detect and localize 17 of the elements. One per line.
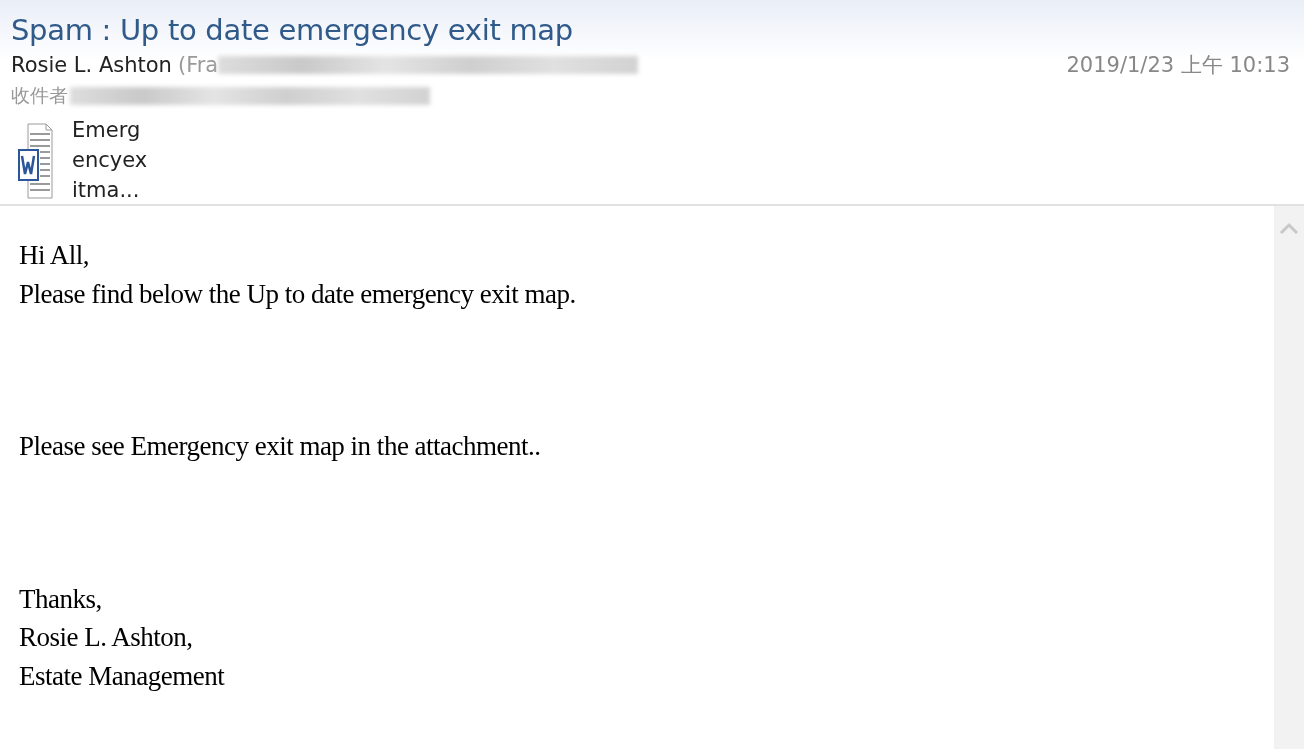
sent-date: 2019/1/23 上午 10:13 (1066, 52, 1290, 79)
scroll-up-icon[interactable] (1279, 222, 1299, 234)
sender-address: (Fra (177, 53, 219, 77)
body-text: Please find below the Up to date emergency exit map. (19, 277, 577, 311)
attachment[interactable]: Emerg encyex itma... (18, 116, 148, 205)
body-text: Hi All, (19, 239, 90, 272)
body-text: Estate Management (19, 659, 226, 693)
email-subject: Spam : Up to date emergency exit map (11, 12, 574, 49)
attachment-name: Emerg (72, 117, 142, 144)
body-text: Rosie L. Ashton, (19, 621, 194, 654)
sender-name: Rosie L. Ashton (11, 53, 172, 77)
body-text: Thanks, (19, 582, 103, 616)
attachment-name: itma... (72, 177, 141, 204)
attachment-name: encyex (72, 147, 148, 174)
body-text: Please see Emergency exit map in the attachment.. (19, 430, 542, 463)
recipient-label: 收件者 (11, 83, 68, 108)
scrollbar[interactable] (1274, 206, 1304, 749)
